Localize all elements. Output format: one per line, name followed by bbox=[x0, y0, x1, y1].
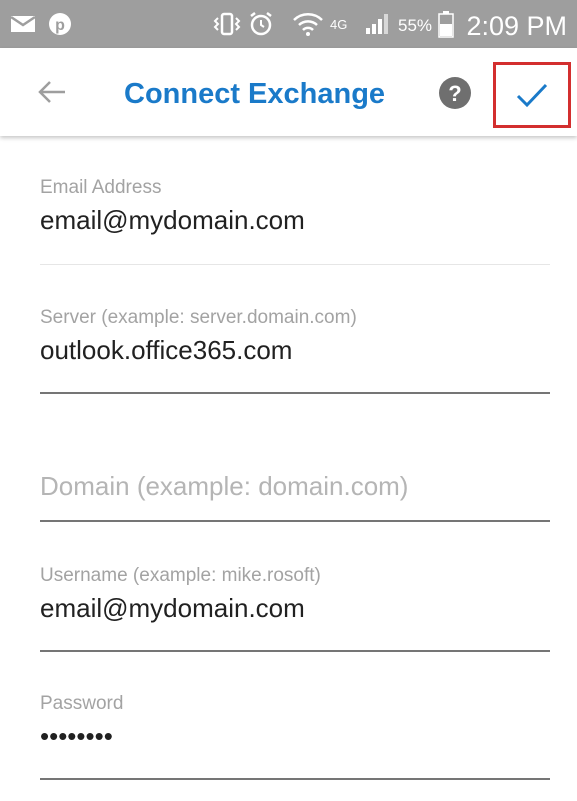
help-button[interactable]: ? bbox=[439, 77, 471, 109]
server-label: Server (example: server.domain.com) bbox=[40, 307, 357, 328]
password-label: Password bbox=[40, 693, 124, 714]
app-bar: Connect Exchange ? bbox=[0, 48, 577, 136]
alarm-icon bbox=[248, 0, 274, 48]
battery-icon bbox=[438, 0, 454, 48]
vibrate-icon bbox=[212, 0, 242, 48]
back-arrow-icon bbox=[38, 81, 65, 103]
page-title: Connect Exchange bbox=[124, 78, 386, 110]
mail-icon bbox=[10, 0, 36, 48]
password-underline bbox=[40, 778, 550, 780]
username-label: Username (example: mike.rosoft) bbox=[40, 565, 321, 586]
email-field[interactable] bbox=[40, 200, 550, 240]
domain-underline bbox=[40, 520, 550, 522]
domain-field-group bbox=[40, 466, 550, 522]
username-field-group: Username (example: mike.rosoft) bbox=[40, 564, 550, 652]
checkmark-icon bbox=[516, 83, 548, 108]
password-field[interactable] bbox=[40, 716, 550, 756]
password-field-group: Password bbox=[40, 692, 550, 780]
confirm-button[interactable] bbox=[493, 62, 571, 128]
pinterest-icon: p bbox=[48, 0, 72, 48]
email-label: Email Address bbox=[40, 177, 162, 198]
domain-field[interactable] bbox=[40, 466, 550, 506]
svg-text:p: p bbox=[55, 17, 65, 34]
username-field[interactable] bbox=[40, 588, 550, 628]
username-underline bbox=[40, 650, 550, 652]
status-time: 2:09 PM bbox=[466, 11, 567, 41]
email-field-group: Email Address bbox=[40, 176, 550, 265]
wifi-icon bbox=[292, 0, 324, 48]
server-underline bbox=[40, 392, 550, 394]
status-bar: p 4G 55% 2:09 PM bbox=[0, 0, 577, 48]
server-field-group: Server (example: server.domain.com) bbox=[40, 306, 550, 394]
lte-icon: 4G bbox=[330, 16, 348, 32]
battery-percent: 55% bbox=[398, 16, 433, 35]
signal-icon bbox=[364, 0, 390, 48]
server-field[interactable] bbox=[40, 330, 550, 370]
back-button[interactable] bbox=[30, 70, 74, 114]
email-underline bbox=[40, 264, 550, 265]
